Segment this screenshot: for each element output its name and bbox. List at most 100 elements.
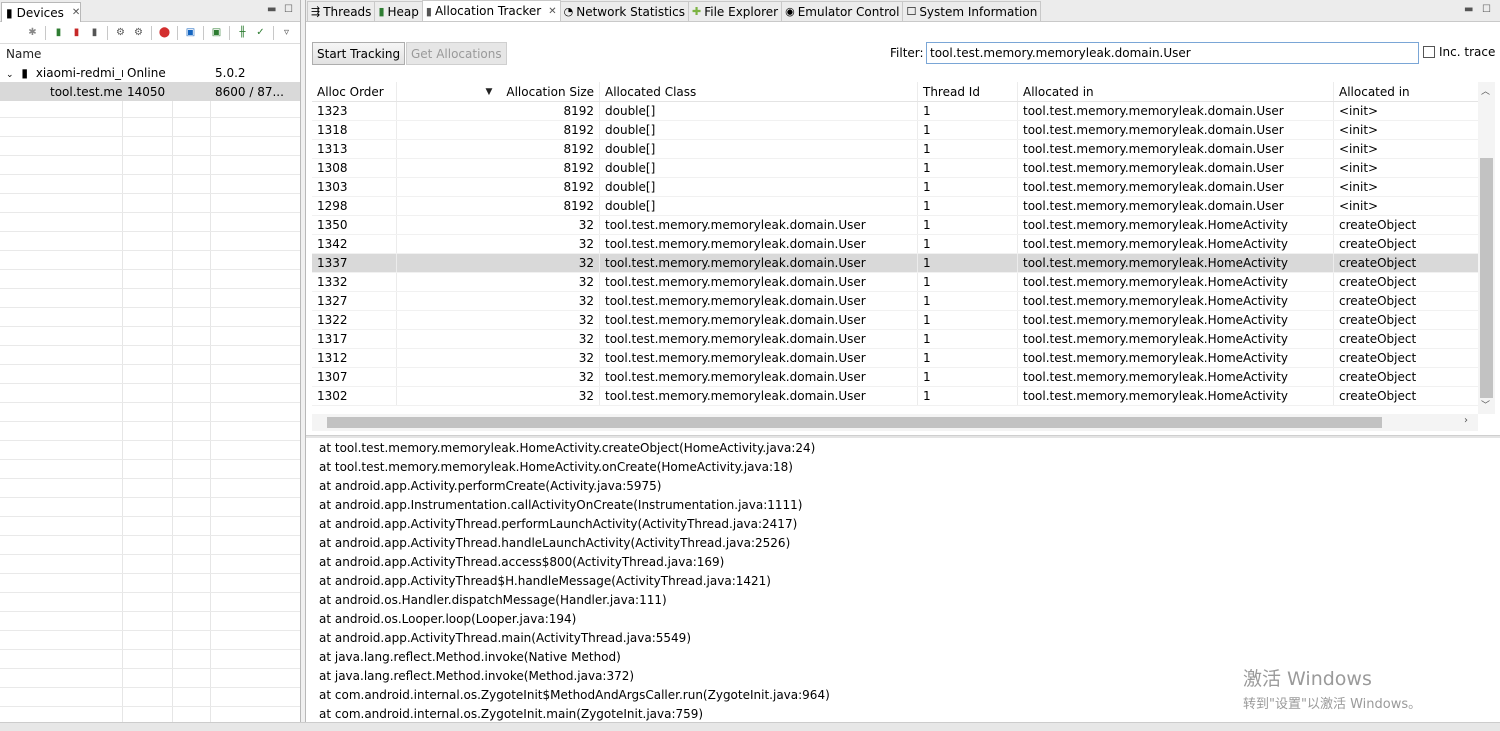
stack-trace-line[interactable]: at android.app.Instrumentation.callActiv… <box>319 495 1489 514</box>
table-row[interactable]: 1317 32 tool.test.memory.memoryleak.domain… <box>312 330 1486 349</box>
devices-tabbar: ▮ Devices ✕ ▬ ☐ <box>0 0 300 22</box>
tab-network-statistics[interactable]: ◔ Network Statistics <box>559 1 689 21</box>
toolbar-separator <box>151 25 152 40</box>
column-allocation-size[interactable]: ▼ Allocation Size <box>397 82 600 101</box>
cell-allocated-in-method: <init> <box>1339 199 1379 213</box>
column-allocated-in-class[interactable]: Allocated in <box>1018 82 1334 101</box>
inc-trace-checkbox[interactable] <box>1423 46 1435 58</box>
stack-trace-line[interactable]: at android.app.ActivityThread.performLau… <box>319 514 1489 533</box>
stack-trace-line[interactable]: at android.os.Handler.dispatchMessage(Ha… <box>319 590 1489 609</box>
column-thread-id[interactable]: Thread Id <box>918 82 1018 101</box>
table-row[interactable]: 1302 32 tool.test.memory.memoryleak.domain… <box>312 387 1486 406</box>
stack-trace-line[interactable]: at android.app.ActivityThread.access$800… <box>319 552 1489 571</box>
stack-trace-line[interactable]: at android.app.ActivityThread.main(Activ… <box>319 628 1489 647</box>
filter-input[interactable] <box>926 42 1419 64</box>
toolbar-separator <box>177 25 178 40</box>
scroll-thumb[interactable] <box>327 417 1382 428</box>
table-row[interactable]: 1342 32 tool.test.memory.memoryleak.domain… <box>312 235 1486 254</box>
cell-allocated-in-method: createObject <box>1339 351 1417 365</box>
tab-system-information[interactable]: ☐ System Information <box>902 1 1042 21</box>
table-row[interactable]: 1298 8192 double[] 1 tool.test.memory.memory… <box>312 197 1486 216</box>
table-row[interactable]: 1323 8192 double[] 1 tool.test.memory.memory… <box>312 102 1486 121</box>
android-icon: ✚ <box>692 5 702 18</box>
update-heap-icon[interactable]: ▮ <box>51 25 66 40</box>
tab-heap[interactable]: ▮ Heap <box>374 1 423 21</box>
tab-threads[interactable]: ⇶ Threads <box>307 1 376 21</box>
cell-allocation-size: 32 <box>397 216 600 234</box>
cell-thread-id: 1 <box>918 140 1018 158</box>
watermark-title: 激活 Windows <box>1243 668 1372 690</box>
emulator-icon: ◉ <box>785 5 795 18</box>
horizontal-scrollbar[interactable]: › <box>312 414 1478 431</box>
stack-trace-line[interactable]: at tool.test.memory.memoryleak.HomeActiv… <box>319 457 1489 476</box>
scroll-thumb[interactable] <box>1480 158 1493 398</box>
cell-allocated-class: tool.test.memory.memoryleak.domain.User <box>600 311 918 329</box>
table-row[interactable]: 1322 32 tool.test.memory.memoryleak.domain… <box>312 311 1486 330</box>
vertical-scrollbar[interactable]: ︿ ﹀ <box>1478 82 1495 414</box>
table-row[interactable]: 1303 8192 double[] 1 tool.test.memory.memory… <box>312 178 1486 197</box>
cell-allocated-in-method: createObject <box>1339 237 1417 251</box>
stack-trace-line[interactable]: at tool.test.memory.memoryleak.HomeActiv… <box>319 438 1489 457</box>
devices-tab[interactable]: ▮ Devices ✕ <box>1 2 81 22</box>
cell-allocated-class: tool.test.memory.memoryleak.domain.User <box>600 368 918 386</box>
cell-allocation-size: 8192 <box>397 102 600 120</box>
cell-allocated-class: tool.test.memory.memoryleak.domain.User <box>600 292 918 310</box>
process-row[interactable]: tool.test.me 14050 8600 / 87... <box>0 82 300 101</box>
opengl-trace-icon[interactable]: ╫ <box>235 25 250 40</box>
tab-allocation-tracker[interactable]: ▮ Allocation Tracker ✕ <box>421 0 561 21</box>
cell-allocation-size: 8192 <box>397 140 600 158</box>
toolbar-separator <box>273 25 274 40</box>
table-row[interactable]: 1312 32 tool.test.memory.memoryleak.domain… <box>312 349 1486 368</box>
column-allocated-in-method[interactable]: Allocated in <box>1334 82 1486 101</box>
chevron-down-icon[interactable]: ⌄ <box>6 70 14 80</box>
stack-trace-line[interactable]: at android.app.ActivityThread$H.handleMe… <box>319 571 1489 590</box>
device-row[interactable]: ⌄ ▮ xiaomi-redmi_r Online 5.0.2 <box>0 63 300 82</box>
tab-file-explorer[interactable]: ✚ File Explorer <box>688 1 783 21</box>
view-menu-icon[interactable]: ▿ <box>279 25 294 40</box>
column-allocated-class[interactable]: Allocated Class <box>600 82 918 101</box>
get-allocations-button[interactable]: Get Allocations <box>406 42 507 65</box>
close-icon[interactable]: ✕ <box>548 6 556 17</box>
devices-header: Name <box>0 44 300 63</box>
table-body: 1323 8192 double[] 1 tool.test.memory.memory… <box>312 102 1486 406</box>
minimize-icon[interactable]: ▬ <box>1464 4 1473 15</box>
table-row[interactable]: 1337 32 tool.test.memory.memoryleak.domain… <box>312 254 1486 273</box>
cell-thread-id: 1 <box>918 311 1018 329</box>
method-profiling-icon[interactable]: ⚙ <box>131 25 146 40</box>
table-row[interactable]: 1313 8192 double[] 1 tool.test.memory.memory… <box>312 140 1486 159</box>
cell-alloc-order: 1322 <box>312 311 397 329</box>
column-name[interactable]: Name <box>0 47 123 61</box>
table-row[interactable]: 1350 32 tool.test.memory.memoryleak.domain… <box>312 216 1486 235</box>
dump-hprof-icon[interactable]: ▮ <box>69 25 84 40</box>
debug-icon[interactable]: ✱ <box>25 25 40 40</box>
chevron-down-icon[interactable]: ﹀ <box>1481 398 1490 411</box>
stop-process-icon[interactable]: ⬤ <box>157 25 172 40</box>
table-row[interactable]: 1327 32 tool.test.memory.memoryleak.domain… <box>312 292 1486 311</box>
table-row[interactable]: 1318 8192 double[] 1 tool.test.memory.memory… <box>312 121 1486 140</box>
cell-allocated-class: tool.test.memory.memoryleak.domain.User <box>600 216 918 234</box>
start-tracking-button[interactable]: Start Tracking <box>312 42 406 65</box>
maximize-icon[interactable]: ☐ <box>284 4 293 15</box>
cell-allocation-size: 32 <box>397 311 600 329</box>
cell-allocated-in-method: createObject <box>1339 256 1417 270</box>
tab-emulator-control[interactable]: ◉ Emulator Control <box>781 1 904 21</box>
stack-trace-line[interactable]: at android.app.ActivityThread.handleLaun… <box>319 533 1489 552</box>
screen-capture-icon[interactable]: ▣ <box>183 25 198 40</box>
minimize-icon[interactable]: ▬ <box>267 4 276 15</box>
stack-trace-line[interactable]: at android.os.Looper.loop(Looper.java:19… <box>319 609 1489 628</box>
phone-icon: ▮ <box>6 5 13 20</box>
hierarchy-icon[interactable]: ✓ <box>253 25 268 40</box>
update-threads-icon[interactable]: ⚙ <box>113 25 128 40</box>
systrace-icon[interactable]: ▣ <box>209 25 224 40</box>
column-alloc-order[interactable]: Alloc Order <box>312 82 397 101</box>
cell-allocated-in-method: <init> <box>1339 161 1379 175</box>
close-icon[interactable]: ✕ <box>72 7 80 18</box>
cause-gc-icon[interactable]: ▮ <box>87 25 102 40</box>
table-row[interactable]: 1332 32 tool.test.memory.memoryleak.domain… <box>312 273 1486 292</box>
stack-trace-line[interactable]: at android.app.Activity.performCreate(Ac… <box>319 476 1489 495</box>
table-row[interactable]: 1307 32 tool.test.memory.memoryleak.domain… <box>312 368 1486 387</box>
table-row[interactable]: 1308 8192 double[] 1 tool.test.memory.memory… <box>312 159 1486 178</box>
chevron-right-icon[interactable]: › <box>1464 415 1468 426</box>
maximize-icon[interactable]: ☐ <box>1482 4 1491 15</box>
chevron-up-icon[interactable]: ︿ <box>1481 84 1490 97</box>
